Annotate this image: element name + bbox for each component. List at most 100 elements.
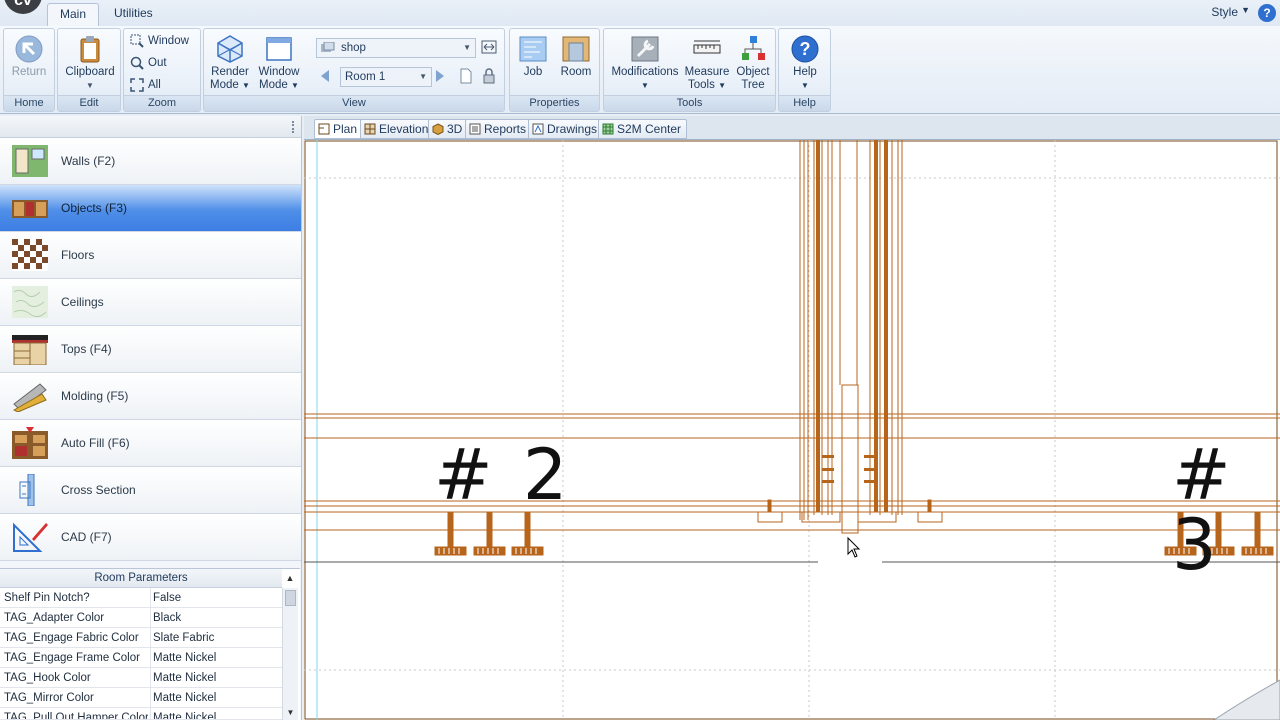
plan-drawing (304, 140, 1280, 720)
render-mode-button[interactable]: Render Mode ▼ (205, 32, 255, 94)
room-button[interactable]: Room (551, 32, 601, 94)
category-walls[interactable]: Walls (F2) (0, 138, 301, 185)
category-objects[interactable]: Objects (F3) (0, 185, 301, 232)
room-parameters-title: Room Parameters (0, 569, 282, 588)
zoom-out-button[interactable]: Out (126, 53, 167, 73)
clipboard-label: Clipboard (65, 66, 115, 78)
table-row[interactable]: TAG_Engage Fabric Color Slate Fabric (0, 628, 282, 648)
elevation-icon (364, 123, 376, 135)
scroll-up-icon[interactable]: ▲ (283, 569, 297, 588)
scroll-down-icon[interactable]: ▼ (283, 706, 298, 720)
category-auto-fill[interactable]: Auto Fill (F6) (0, 420, 301, 467)
param-value[interactable]: Matte Nickel (150, 688, 280, 708)
cross-section-icon (19, 474, 35, 506)
zoom-all-icon (130, 78, 144, 92)
table-row[interactable]: TAG_Mirror Color Matte Nickel (0, 688, 282, 708)
chevron-down-icon: ▼ (801, 81, 809, 90)
category-label: Ceilings (61, 295, 104, 309)
lock-room-button[interactable] (481, 67, 501, 87)
panel-grip-icon[interactable] (292, 121, 295, 133)
group-home: Return Home (3, 28, 55, 112)
modifications-label: Modifications (611, 66, 679, 78)
group-label-edit: Edit (58, 95, 120, 111)
tab-reports[interactable]: Reports (465, 119, 533, 139)
category-label: Floors (61, 248, 95, 262)
tab-plan[interactable]: Plan (314, 119, 364, 139)
clipboard-button[interactable]: Clipboard ▼ (60, 32, 120, 94)
zoom-window-button[interactable]: Window (126, 31, 189, 51)
category-tops[interactable]: Tops (F4) (0, 326, 301, 373)
tab-elevation[interactable]: Elevation (360, 119, 435, 139)
clipboard-icon (80, 36, 100, 63)
modifications-button[interactable]: Modifications ▼ (608, 32, 682, 94)
param-key: TAG_Engage Fabric Color (4, 632, 139, 644)
job-blueprint-icon (519, 36, 547, 62)
tab-main[interactable]: Main (47, 3, 100, 26)
scrollbar-thumb[interactable] (285, 590, 296, 606)
category-label: CAD (F7) (61, 530, 112, 544)
scene-settings-button[interactable] (480, 38, 500, 58)
reports-icon (469, 123, 481, 135)
tab-3d[interactable]: 3D (428, 119, 469, 139)
table-row[interactable]: TAG_Pull Out Hamper Color Matte Nickel (0, 708, 282, 720)
style-menu[interactable]: Style (1211, 5, 1238, 19)
room-select[interactable]: Room 1 ▼ (340, 67, 432, 87)
tab-utilities[interactable]: Utilities (102, 3, 165, 26)
group-edit: Clipboard ▼ Edit (57, 28, 121, 112)
param-value[interactable]: False (150, 588, 280, 608)
cube-3d-icon (432, 123, 444, 135)
ribbon-tab-bar: cv Main Utilities Style ▼ ? (0, 0, 1280, 26)
chevron-down-icon[interactable]: ▼ (1241, 5, 1250, 15)
help-icon[interactable]: ? (1258, 4, 1276, 22)
scene-icon (321, 42, 335, 52)
prev-room-button[interactable] (317, 67, 337, 87)
category-ceilings[interactable]: Ceilings (0, 279, 301, 326)
next-room-button[interactable] (432, 67, 452, 87)
ribbon: Return Home Clipboard ▼ Edit Window Out (0, 26, 1280, 114)
param-value[interactable]: Black (150, 608, 280, 628)
return-label: Return (11, 66, 47, 78)
table-row[interactable]: Shelf Pin Notch? False (0, 588, 282, 608)
category-cross-section[interactable]: Cross Section (0, 467, 301, 514)
help-button[interactable]: ? Help ▼ (780, 32, 830, 94)
zoom-all-label: All (148, 79, 161, 91)
table-row[interactable]: TAG_Hook Color Matte Nickel (0, 668, 282, 688)
category-floors[interactable]: Floors (0, 232, 301, 279)
mouse-cursor-icon (847, 536, 861, 558)
category-label: Tops (F4) (61, 342, 112, 356)
arrow-left-icon (321, 70, 329, 82)
measure-tools-button[interactable]: Measure Tools ▼ (682, 32, 732, 94)
group-label-properties: Properties (510, 95, 599, 111)
category-cad[interactable]: CAD (F7) (0, 514, 301, 561)
table-row[interactable]: TAG_Adapter Color Black (0, 608, 282, 628)
catalog-panel-header (0, 116, 301, 138)
new-room-button[interactable] (458, 67, 478, 87)
category-molding[interactable]: Molding (F5) (0, 373, 301, 420)
auto-fill-icon (12, 427, 48, 459)
group-view: Render Mode ▼ Window Mode ▼ shop ▼ Room … (203, 28, 505, 112)
ruler-icon (693, 40, 721, 54)
return-button[interactable]: Return (4, 32, 54, 94)
param-value[interactable]: Matte Nickel (150, 708, 280, 719)
table-row[interactable]: TAG_Engage Frame Color Matte Nickel (0, 648, 282, 668)
scene-select[interactable]: shop ▼ (316, 38, 476, 58)
param-value[interactable]: Slate Fabric (150, 628, 280, 648)
category-label: Cross Section (61, 483, 136, 497)
tab-label: 3D (447, 122, 463, 136)
param-value[interactable]: Matte Nickel (150, 668, 280, 688)
return-arrow-icon (15, 35, 43, 63)
window-mode-icon (266, 37, 292, 61)
param-value[interactable]: Matte Nickel (150, 648, 280, 668)
window-mode-button[interactable]: Window Mode ▼ (254, 32, 304, 94)
zoom-all-button[interactable]: All (126, 75, 161, 95)
plan-canvas[interactable]: # 2 # 3 (304, 140, 1280, 720)
group-properties: Job Room Properties (509, 28, 600, 112)
tab-drawings[interactable]: Drawings (528, 119, 604, 139)
params-scrollbar[interactable]: ▼ (282, 588, 298, 720)
object-tree-button[interactable]: Object Tree (728, 32, 778, 94)
ceilings-icon (12, 286, 48, 318)
app-logo[interactable]: cv (4, 0, 42, 14)
group-label-help: Help (779, 95, 830, 111)
tab-label: Reports (484, 122, 527, 136)
tab-s2m-center[interactable]: S2M Center (598, 119, 688, 139)
